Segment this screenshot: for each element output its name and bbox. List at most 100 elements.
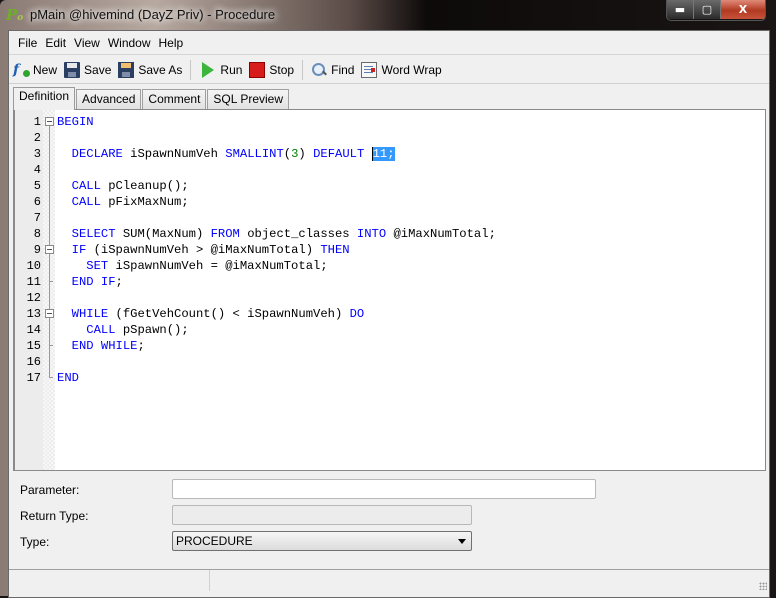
line-number: 8 <box>33 227 41 241</box>
fold-collapse-icon[interactable] <box>45 306 54 322</box>
line-number: 16 <box>26 355 41 369</box>
code-text: END IF; <box>57 274 123 290</box>
fold-end-marker <box>45 370 54 386</box>
code-text: BEGIN <box>57 114 94 130</box>
sql-keyword: SMALLINT <box>225 147 284 161</box>
code-line[interactable]: 17 END <box>15 370 765 386</box>
menu-help[interactable]: Help <box>155 36 188 50</box>
save-as-button[interactable]: Save As <box>118 61 183 78</box>
tab-definition[interactable]: Definition <box>13 87 76 110</box>
code-text: CALL pCleanup(); <box>57 178 189 194</box>
code-line[interactable]: 5 CALL pCleanup(); <box>15 178 765 194</box>
code-line[interactable]: 4 <box>15 162 765 178</box>
menu-edit[interactable]: Edit <box>41 36 70 50</box>
sql-keyword: DO <box>349 307 365 321</box>
status-pane-right <box>210 570 755 591</box>
toolbar: f New Save Save As Run Stop Find Word Wr… <box>9 56 769 84</box>
code-text: SET iSpawnNumVeh = @iMaxNumTotal; <box>57 258 328 274</box>
fold-guide-line <box>45 354 54 370</box>
find-button[interactable]: Find <box>311 62 354 78</box>
resize-grip-icon[interactable] <box>759 582 767 590</box>
stop-label: Stop <box>269 62 295 77</box>
fold-guide-line <box>45 194 54 210</box>
code-text: SELECT SUM(MaxNum) FROM object_classes I… <box>57 226 496 242</box>
line-number: 6 <box>33 195 41 209</box>
fold-collapse-icon[interactable] <box>45 114 54 130</box>
parameter-input[interactable] <box>172 479 596 499</box>
title-bar[interactable]: Po pMain @hivemind (DayZ Priv) - Procedu… <box>0 0 776 30</box>
line-number: 15 <box>26 339 41 353</box>
code-token: (iSpawnNumVeh > @iMaxNumTotal) <box>86 243 321 257</box>
minimize-button[interactable]: ▬ <box>667 0 694 19</box>
save-label: Save <box>84 62 112 77</box>
type-select[interactable]: PROCEDURE <box>172 531 472 551</box>
fold-guide-line <box>45 162 54 178</box>
menu-window[interactable]: Window <box>104 36 155 50</box>
tab-strip: Definition Advanced Comment SQL Preview <box>13 87 290 110</box>
code-line[interactable]: 11 END IF; <box>15 274 765 290</box>
code-line[interactable]: 16 <box>15 354 765 370</box>
stop-button[interactable]: Stop <box>249 61 295 78</box>
fold-end-marker <box>45 274 54 290</box>
toolbar-separator <box>302 59 304 80</box>
sql-keyword: DECLARE <box>71 147 123 161</box>
sql-keyword: CALL <box>71 195 101 209</box>
code-editor[interactable]: 1 BEGIN 2 3 DECLARE iSpawnNumVeh SMALLINT(3… <box>13 109 766 471</box>
code-line[interactable]: 8 SELECT SUM(MaxNum) FROM object_classes… <box>15 226 765 242</box>
sql-keyword: INTO <box>356 227 387 241</box>
window-title: pMain @hivemind (DayZ Priv) - Procedure <box>30 7 276 22</box>
sql-keyword: BEGIN <box>57 115 94 129</box>
sql-keyword: THEN <box>320 243 350 257</box>
close-button[interactable]: X <box>721 0 765 19</box>
code-line[interactable]: 6 CALL pFixMaxNum; <box>15 194 765 210</box>
code-line[interactable]: 12 <box>15 290 765 306</box>
code-line[interactable]: 7 <box>15 210 765 226</box>
code-line[interactable]: 13 WHILE (fGetVehCount() < iSpawnNumVeh)… <box>15 306 765 322</box>
line-number: 2 <box>33 131 41 145</box>
code-line[interactable]: 9 IF (iSpawnNumVeh > @iMaxNumTotal) THEN <box>15 242 765 258</box>
line-number: 13 <box>26 307 41 321</box>
tab-sql-preview[interactable]: SQL Preview <box>207 89 290 109</box>
app-icon: Po <box>6 6 24 24</box>
chevron-down-icon <box>458 539 466 544</box>
code-token: pSpawn(); <box>115 323 189 337</box>
fold-guide-line <box>45 146 54 162</box>
type-select-value: PROCEDURE <box>176 534 253 548</box>
new-button[interactable]: f New <box>13 62 57 78</box>
fold-guide-line <box>45 322 54 338</box>
toolbar-separator <box>190 59 192 80</box>
tab-comment[interactable]: Comment <box>142 89 207 109</box>
menu-file[interactable]: File <box>14 36 41 50</box>
code-line[interactable]: 15 END WHILE; <box>15 338 765 354</box>
code-line[interactable]: 14 CALL pSpawn(); <box>15 322 765 338</box>
code-line[interactable]: 10 SET iSpawnNumVeh = @iMaxNumTotal; <box>15 258 765 274</box>
status-bar <box>9 569 769 592</box>
parameter-label: Parameter: <box>20 483 80 497</box>
maximize-button[interactable]: ▢ <box>694 0 721 19</box>
find-label: Find <box>331 62 355 77</box>
save-button[interactable]: Save <box>64 61 112 78</box>
line-number: 17 <box>26 371 41 385</box>
code-line[interactable]: 1 BEGIN <box>15 114 765 130</box>
line-number: 7 <box>33 211 41 225</box>
app-window: Po pMain @hivemind (DayZ Priv) - Procedu… <box>0 0 776 598</box>
tab-advanced[interactable]: Advanced <box>76 89 142 109</box>
selected-text: 11; <box>371 147 395 161</box>
code-token: pCleanup(); <box>100 179 189 193</box>
save-as-label: Save As <box>138 62 183 77</box>
word-wrap-button[interactable]: Word Wrap <box>361 61 442 78</box>
code-line[interactable]: 2 <box>15 130 765 146</box>
code-token: iSpawnNumVeh = @iMaxNumTotal; <box>108 259 328 273</box>
code-token: ; <box>115 275 123 289</box>
menu-view[interactable]: View <box>70 36 104 50</box>
sql-keyword: CALL <box>71 179 101 193</box>
code-token: ; <box>137 339 145 353</box>
code-token: SUM(MaxNum) <box>115 227 211 241</box>
run-button[interactable]: Run <box>199 61 242 78</box>
code-line[interactable]: 3 DECLARE iSpawnNumVeh SMALLINT(3) DEFAU… <box>15 146 765 162</box>
fold-collapse-icon[interactable] <box>45 242 54 258</box>
return-type-label: Return Type: <box>20 509 89 523</box>
